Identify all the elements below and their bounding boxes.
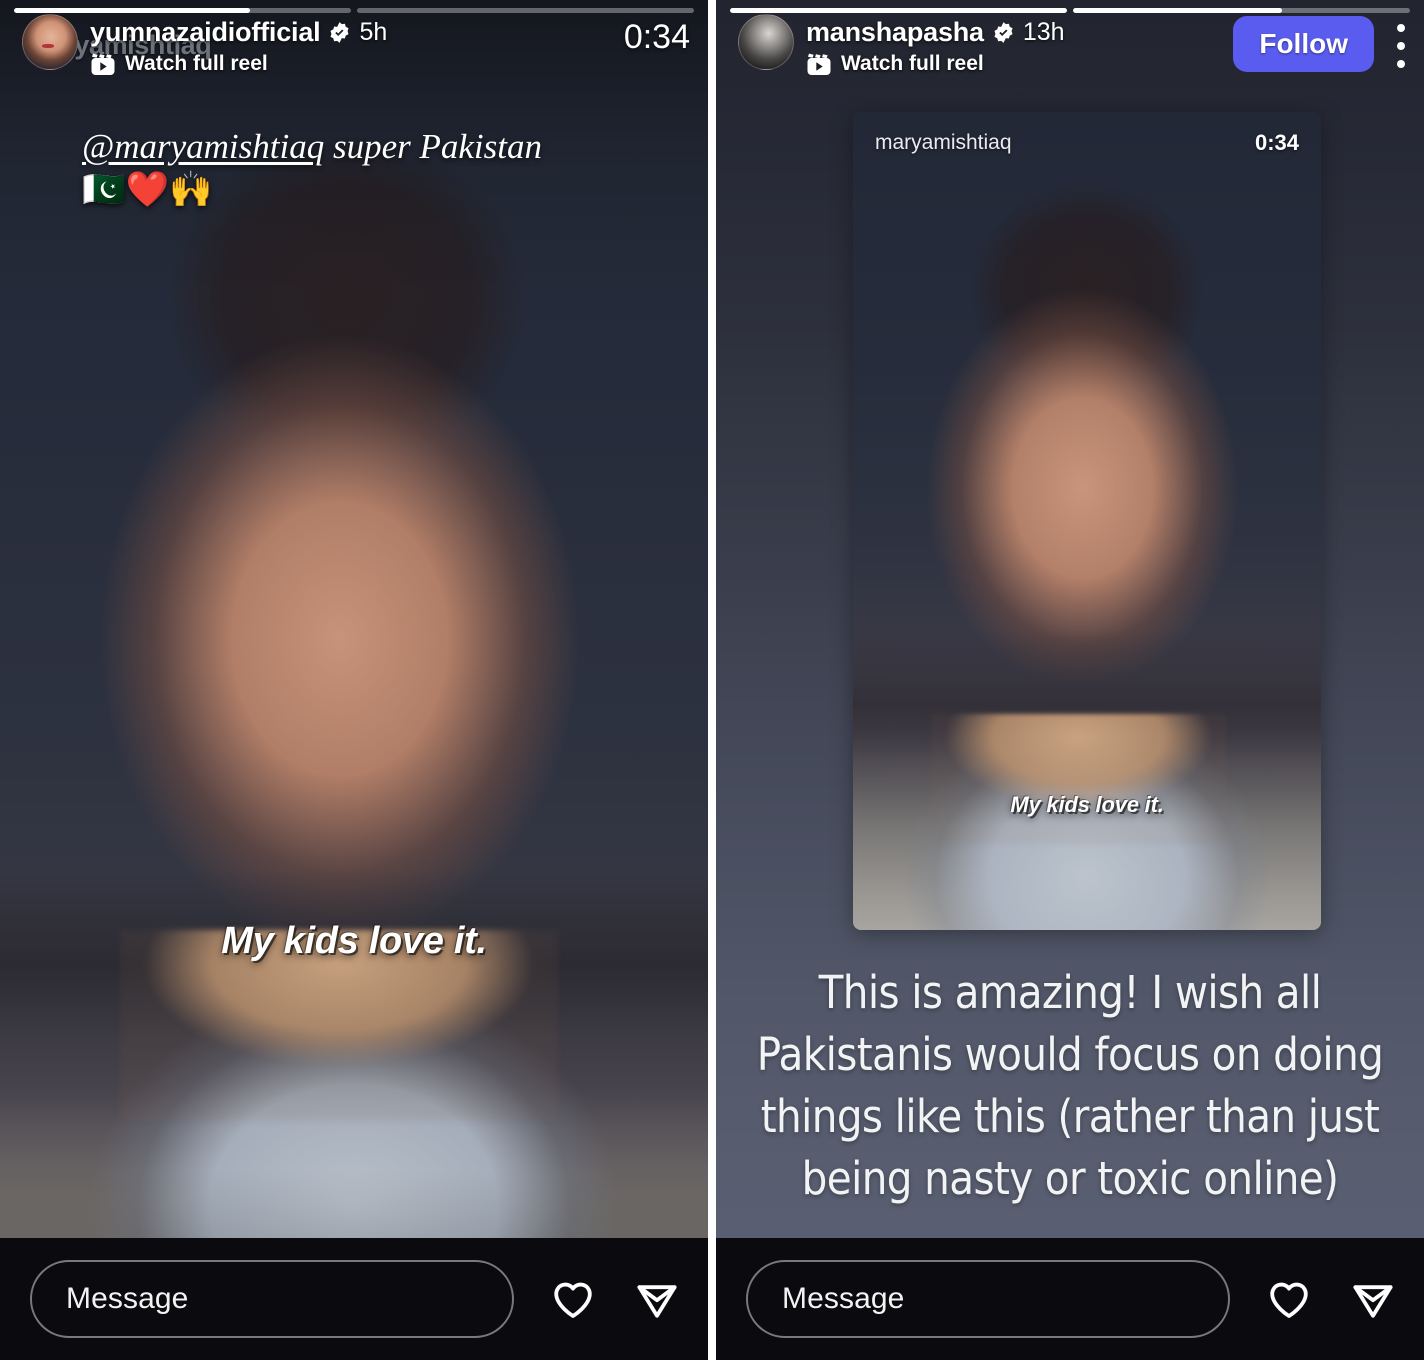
sticker-emoji: 🇵🇰❤️🙌 xyxy=(82,169,213,210)
share-paper-plane-icon[interactable] xyxy=(1348,1274,1398,1324)
card-duration: 0:34 xyxy=(1254,130,1299,155)
share-paper-plane-icon[interactable] xyxy=(632,1274,682,1324)
stories-comparison-screenshot: maryamishtiaq yumnazaidiofficial 5h Watc… xyxy=(0,0,1424,1360)
verified-badge-icon xyxy=(328,21,351,44)
avatar[interactable] xyxy=(22,14,78,70)
message-placeholder-right: Message xyxy=(782,1282,905,1315)
follow-button[interactable]: Follow xyxy=(1233,16,1374,72)
card-header: maryamishtiaq 0:34 xyxy=(853,130,1321,156)
reels-clapper-icon xyxy=(806,51,832,77)
progress-segment-1 xyxy=(730,8,1067,13)
video-caption-left: My kids love it. xyxy=(221,920,487,962)
progress-fill-2 xyxy=(1073,8,1282,13)
story-footer-right: Message xyxy=(716,1238,1424,1360)
message-input-right[interactable]: Message xyxy=(746,1260,1230,1338)
progress-segment-1 xyxy=(14,8,351,13)
panel-divider xyxy=(708,0,716,1360)
progress-fill-1 xyxy=(730,8,1067,13)
embedded-reel-card[interactable]: maryamishtiaq 0:34 My kids love it. xyxy=(853,112,1321,930)
story-username-right[interactable]: manshapasha xyxy=(806,17,984,48)
story-username-left[interactable]: yumnazaidiofficial xyxy=(90,17,321,48)
progress-segment-2 xyxy=(1073,8,1410,13)
story-header-left: yumnazaidiofficial 5h Watch full reel 0:… xyxy=(0,14,708,77)
sticker-rest-text: super Pakistan xyxy=(324,127,542,166)
story-duration-left: 0:34 xyxy=(623,18,690,56)
progress-fill-1 xyxy=(14,8,250,13)
reshare-comment-text: This is amazing! I wish all Pakistanis w… xyxy=(756,966,1384,1206)
verified-badge-icon xyxy=(992,21,1015,44)
mention-link[interactable]: @maryamishtiaq xyxy=(82,127,324,166)
watch-full-reel-label-right: Watch full reel xyxy=(841,52,984,75)
reels-clapper-icon xyxy=(90,51,116,77)
watch-full-reel-left[interactable]: Watch full reel xyxy=(90,51,387,77)
card-media-collar xyxy=(931,714,1226,844)
video-caption-inner: My kids love it. xyxy=(1010,792,1164,817)
message-input-left[interactable]: Message xyxy=(30,1260,514,1338)
watch-full-reel-right[interactable]: Watch full reel xyxy=(806,51,1065,77)
story-panel-right[interactable]: manshapasha 13h Watch full reel Follow m… xyxy=(716,0,1424,1360)
progress-segment-2 xyxy=(357,8,694,13)
heart-icon[interactable] xyxy=(1264,1274,1314,1324)
story-timestamp-right: 13h xyxy=(1022,18,1065,46)
story-header-right: manshapasha 13h Watch full reel Follow xyxy=(716,14,1424,77)
message-placeholder-left: Message xyxy=(66,1282,189,1315)
story-timestamp-left: 5h xyxy=(359,18,388,46)
story-text-sticker-left[interactable]: @maryamishtiaq super Pakistan 🇵🇰❤️🙌 xyxy=(82,126,552,211)
card-username[interactable]: maryamishtiaq xyxy=(875,131,1012,155)
story-panel-left[interactable]: maryamishtiaq yumnazaidiofficial 5h Watc… xyxy=(0,0,708,1360)
watch-full-reel-label-left: Watch full reel xyxy=(125,52,268,75)
avatar[interactable] xyxy=(738,14,794,70)
story-progress-left[interactable] xyxy=(0,0,708,13)
kebab-menu-icon[interactable] xyxy=(1396,24,1406,68)
story-progress-right[interactable] xyxy=(716,0,1424,13)
story-footer-left: Message xyxy=(0,1238,708,1360)
heart-icon[interactable] xyxy=(548,1274,598,1324)
